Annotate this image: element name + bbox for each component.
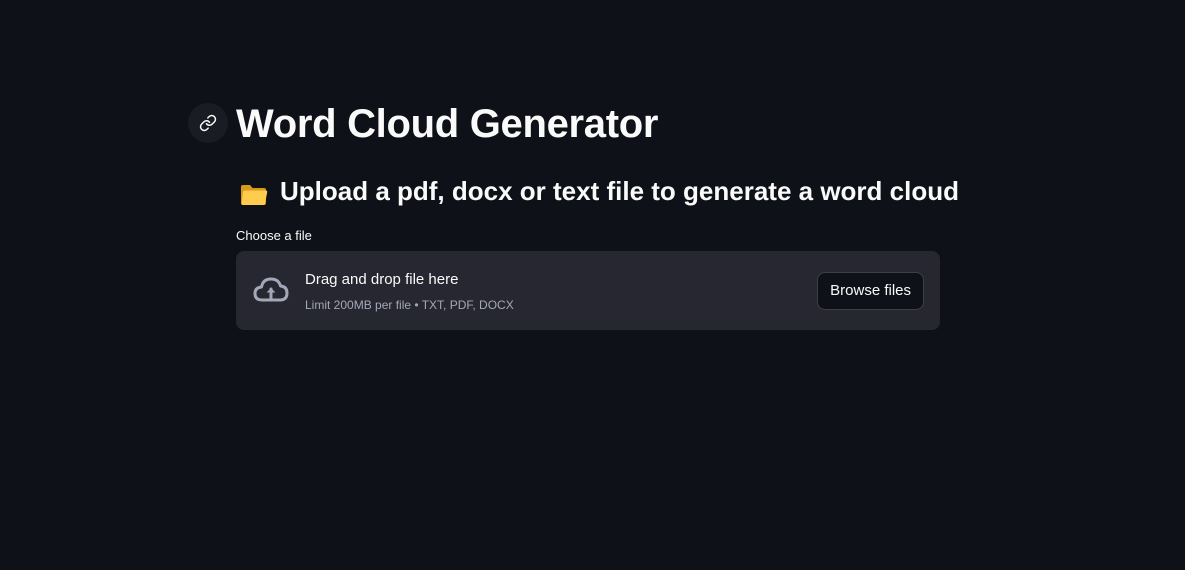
file-limit-text: Limit 200MB per file • TXT, PDF, DOCX <box>305 298 514 312</box>
page-title: Word Cloud Generator <box>236 102 659 146</box>
subheader-text: Upload a pdf, docx or text file to gener… <box>280 176 959 206</box>
folder-icon <box>240 179 268 205</box>
cloud-upload-icon <box>252 275 290 305</box>
upload-subheader: Upload a pdf, docx or text file to gener… <box>240 172 959 210</box>
file-dropzone[interactable]: Drag and drop file here Limit 200MB per … <box>236 251 940 330</box>
file-uploader-label: Choose a file <box>236 228 312 243</box>
drop-instructions: Drag and drop file here <box>305 271 459 288</box>
browse-files-button[interactable]: Browse files <box>817 272 924 310</box>
app-page: Word Cloud Generator Upload a pdf, docx … <box>0 0 1185 570</box>
link-icon[interactable] <box>188 103 228 143</box>
